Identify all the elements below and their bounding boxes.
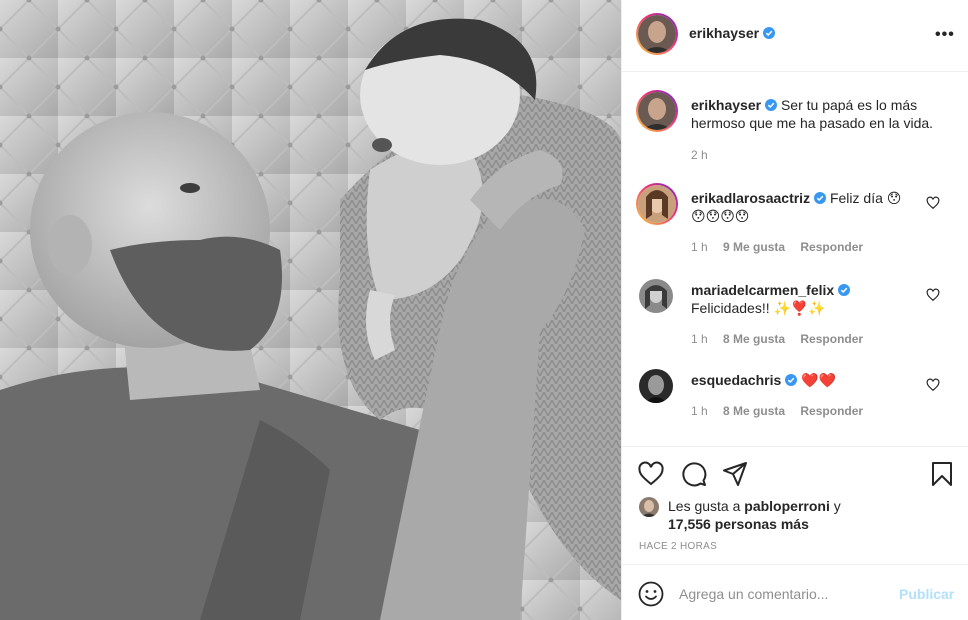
comment-time[interactable]: 1 h	[691, 240, 708, 254]
comment-username[interactable]: esquedachris	[691, 372, 798, 388]
comments-list[interactable]: erikhayser Ser tu papá es lo más hermoso…	[622, 73, 968, 445]
photo-father-baby	[0, 0, 621, 620]
comment-likes[interactable]: 8 Me gusta	[723, 404, 785, 418]
post-side-panel: erikhayser ••• erikhayser Ser tu papá es…	[621, 0, 968, 620]
caption-username[interactable]: erikhayser	[691, 97, 778, 113]
comment-text-block: esquedachris ❤️❤️	[691, 371, 951, 389]
post-actions: Les gusta a pabloperroni y 17,556 person…	[622, 446, 968, 620]
like-comment-heart-icon[interactable]	[926, 288, 940, 302]
liker-avatar[interactable]	[639, 497, 659, 517]
caption-text-block: erikhayser Ser tu papá es lo más hermoso…	[691, 96, 951, 132]
comment-avatar[interactable]	[639, 279, 673, 313]
comment-text: Felicidades!! ✨❣️✨	[691, 300, 826, 316]
comment-avatar[interactable]	[639, 369, 673, 403]
comment-username[interactable]: mariadelcarmen_felix	[691, 282, 851, 298]
reply-button[interactable]: Responder	[800, 404, 863, 418]
comment-likes[interactable]: 8 Me gusta	[723, 332, 785, 346]
comment-avatar[interactable]	[636, 183, 678, 225]
likes-count[interactable]: 17,556 personas más	[668, 516, 809, 532]
comment-time[interactable]: 1 h	[691, 404, 708, 418]
save-bookmark-icon[interactable]	[929, 461, 955, 487]
comment-meta: 1 h 8 Me gusta Responder	[691, 404, 875, 418]
verified-badge-icon	[838, 284, 851, 296]
likes-text: Les gusta a pabloperroni y 17,556 person…	[668, 497, 958, 533]
emoji-smiley-icon[interactable]	[638, 581, 664, 607]
caption-meta: 2 h	[691, 148, 720, 162]
likes-suffix: y	[833, 498, 841, 514]
comment-input[interactable]	[679, 582, 889, 606]
publish-button[interactable]: Publicar	[899, 586, 954, 602]
comment-text: Feliz día 😯	[829, 190, 902, 206]
comment-text-line2: 😯😯😯😯	[691, 208, 750, 224]
comment-icon[interactable]	[681, 461, 707, 487]
liker-username[interactable]: pabloperroni	[744, 498, 830, 514]
reply-button[interactable]: Responder	[800, 240, 863, 254]
author-username[interactable]: erikhayser	[689, 25, 776, 41]
likes-prefix: Les gusta a	[668, 498, 741, 514]
verified-badge-icon	[765, 99, 778, 111]
verified-badge-icon	[763, 27, 776, 39]
post-header: erikhayser •••	[622, 0, 968, 72]
comment-meta: 1 h 9 Me gusta Responder	[691, 240, 875, 254]
verified-badge-icon	[814, 192, 827, 204]
comment-time[interactable]: 1 h	[691, 332, 708, 346]
like-comment-heart-icon[interactable]	[926, 378, 940, 392]
comment-text: ❤️❤️	[801, 372, 837, 388]
comment-likes[interactable]: 9 Me gusta	[723, 240, 785, 254]
reply-button[interactable]: Responder	[800, 332, 863, 346]
comment-text-block: mariadelcarmen_felix Felicidades!! ✨❣️✨	[691, 281, 951, 317]
like-heart-icon[interactable]	[638, 461, 664, 487]
share-send-icon[interactable]	[722, 461, 748, 487]
comment-meta: 1 h 8 Me gusta Responder	[691, 332, 875, 346]
post-photo[interactable]	[0, 0, 621, 620]
add-comment-bar: Publicar	[622, 564, 968, 620]
caption-time[interactable]: 2 h	[691, 148, 708, 162]
like-comment-heart-icon[interactable]	[926, 196, 940, 210]
comment-username[interactable]: erikadlarosaactriz	[691, 190, 827, 206]
more-options-button[interactable]: •••	[935, 26, 955, 44]
caption-avatar[interactable]	[636, 90, 678, 132]
verified-badge-icon	[785, 374, 798, 386]
post-time-ago[interactable]: HACE 2 HORAS	[639, 541, 717, 552]
author-avatar[interactable]	[636, 13, 678, 55]
comment-text-block: erikadlarosaactriz Feliz día 😯 😯😯😯😯	[691, 189, 951, 225]
